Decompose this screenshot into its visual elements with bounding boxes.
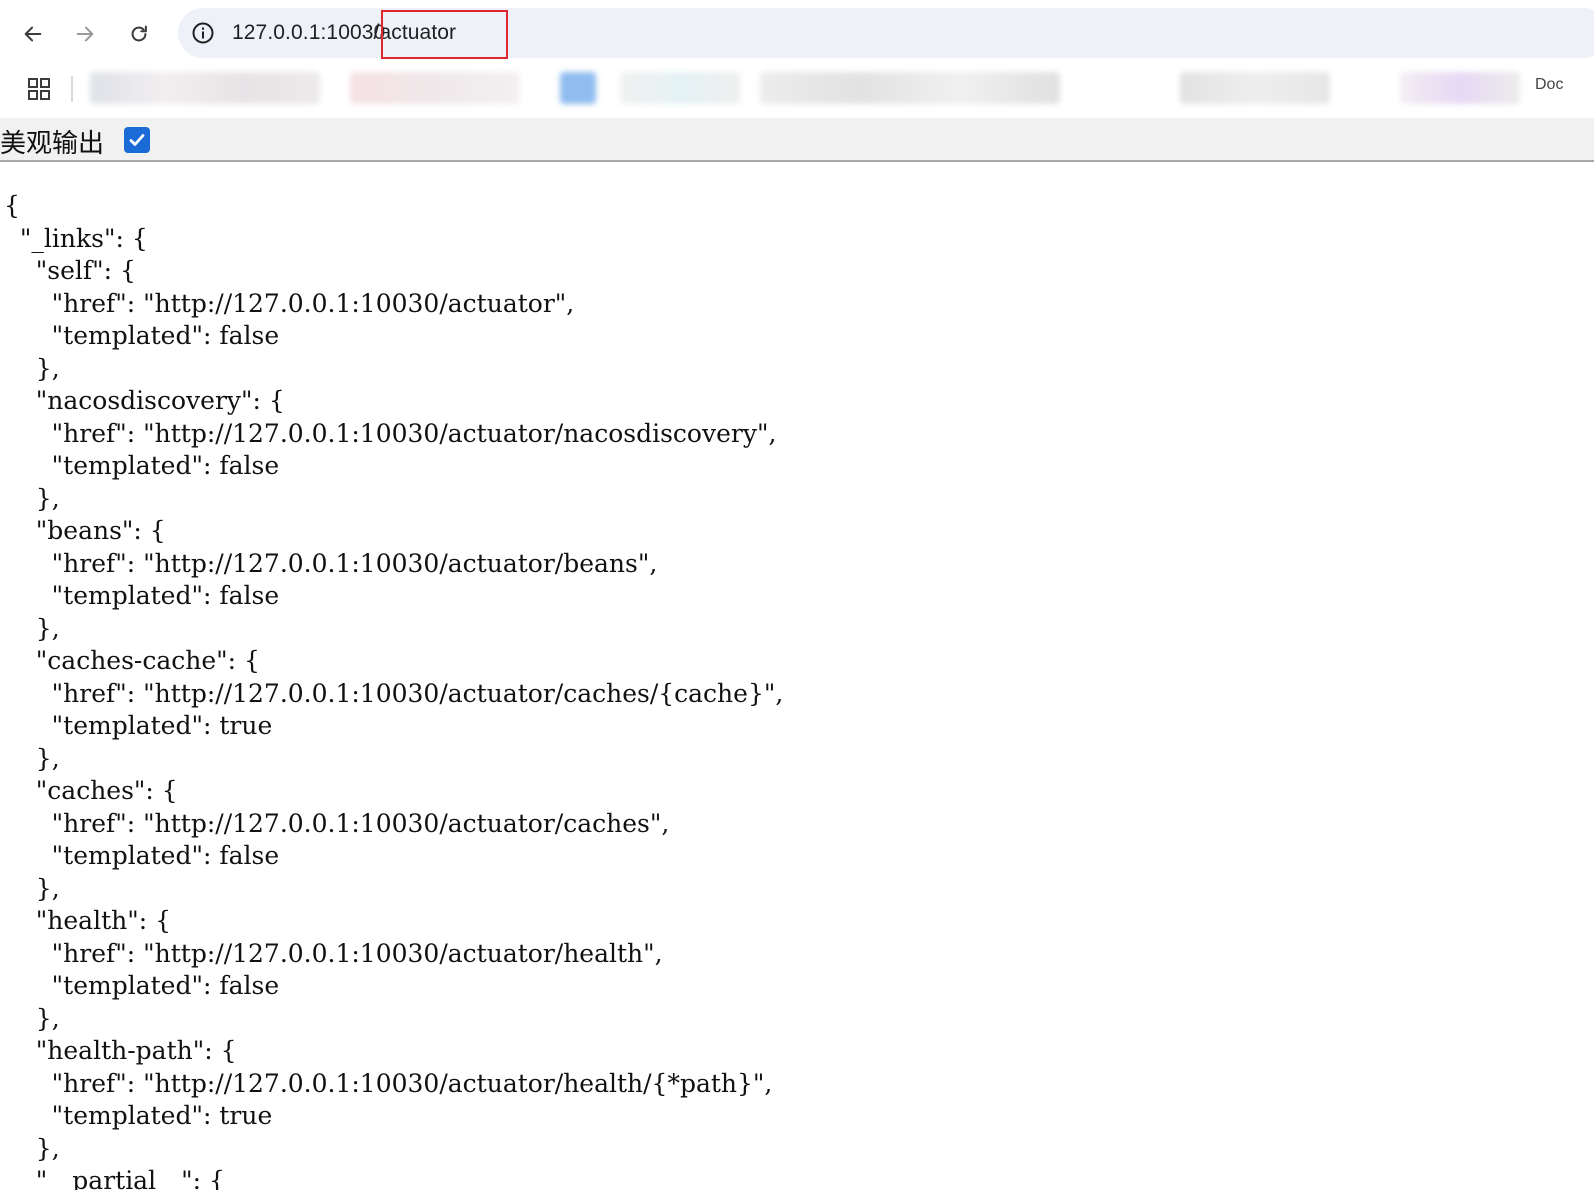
apps-grid-icon[interactable]: [27, 77, 51, 101]
blurred-bookmark[interactable]: [760, 72, 1060, 104]
forward-arrow-icon: [76, 26, 94, 42]
bookmarks-bar: Doc: [0, 66, 1594, 118]
checkmark-icon: [129, 134, 145, 146]
bookmarks-separator: [71, 76, 73, 102]
reload-button[interactable]: [121, 16, 157, 52]
blurred-bookmark[interactable]: [1180, 72, 1330, 104]
blurred-bookmark[interactable]: [1400, 72, 1520, 104]
json-text: { "_links": { "self": { "href": "http://…: [4, 191, 784, 1190]
bookmark-label[interactable]: Doc: [1535, 76, 1563, 94]
url-host: 127.0.0.1:1003: [232, 21, 374, 44]
site-info-icon[interactable]: [191, 21, 215, 45]
forward-button[interactable]: [67, 16, 103, 52]
json-viewer: { "_links": { "self": { "href": "http://…: [4, 190, 1584, 1190]
reload-icon: [131, 25, 147, 42]
url-path-highlight-box: [381, 10, 508, 59]
blurred-bookmark[interactable]: [560, 72, 596, 104]
blurred-bookmark[interactable]: [90, 72, 320, 104]
address-bar[interactable]: 127.0.0.1:10030/actuator: [178, 8, 1594, 59]
pretty-print-bar: 美观输出: [0, 118, 1594, 162]
pretty-print-label: 美观输出: [0, 129, 105, 159]
back-arrow-icon: [24, 26, 42, 42]
back-button[interactable]: [15, 16, 51, 52]
browser-toolbar: 127.0.0.1:10030/actuator: [0, 0, 1594, 66]
blurred-bookmark[interactable]: [620, 72, 740, 104]
pretty-print-checkbox[interactable]: [124, 127, 150, 153]
blurred-bookmark[interactable]: [350, 72, 520, 104]
